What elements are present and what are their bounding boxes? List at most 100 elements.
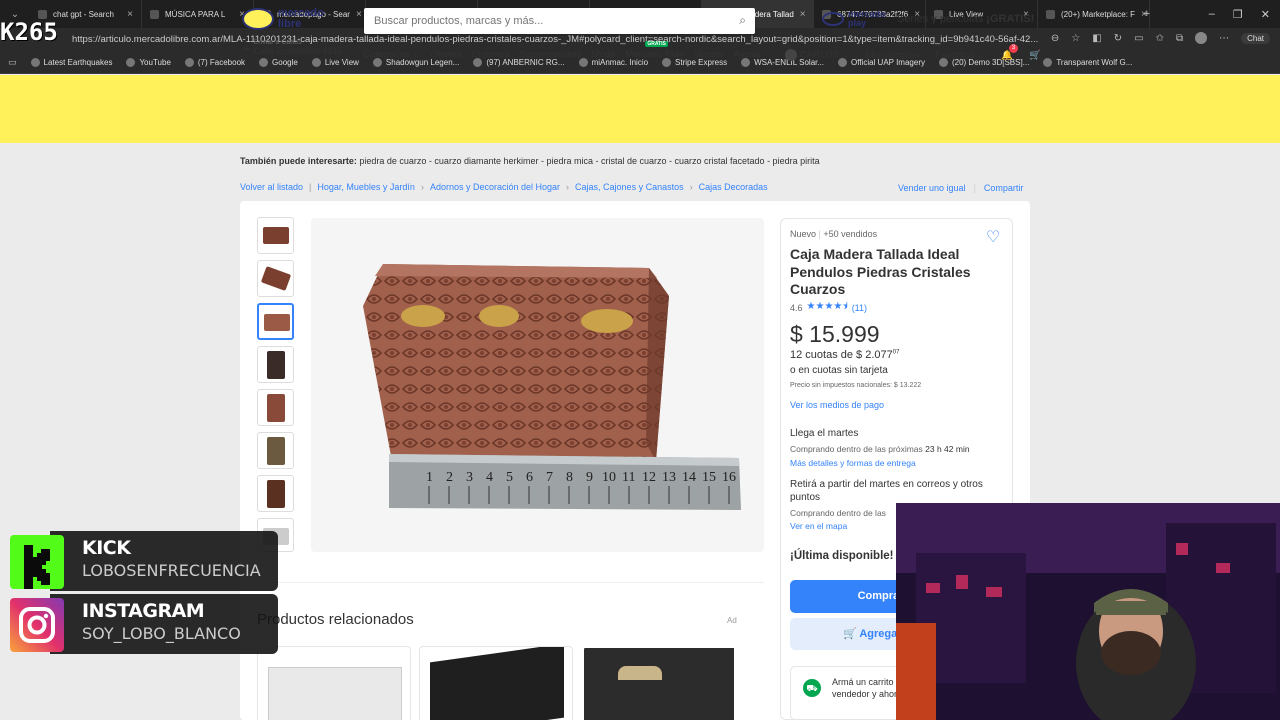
- payment-methods-link[interactable]: Ver los medios de pago: [790, 400, 884, 410]
- close-tab-icon[interactable]: ×: [800, 9, 806, 20]
- search-icon[interactable]: ⌕: [739, 13, 746, 28]
- product-title: Caja Madera Tallada Ideal Pendulos Piedr…: [790, 246, 971, 297]
- bookmark-favicon-icon: [184, 58, 194, 67]
- gratis-badge: GRATIS: [645, 41, 668, 47]
- collections-icon[interactable]: ⧉: [1176, 33, 1183, 44]
- thumbnail[interactable]: [257, 389, 294, 426]
- favorites-menu[interactable]: Favoritos ⌄: [936, 50, 986, 61]
- rating[interactable]: 4.6 ★★★★⯨ (11): [790, 299, 867, 316]
- bookmark-item[interactable]: Transparent Wolf G...: [1043, 58, 1132, 67]
- pickup-condition: Comprando dentro de las: [790, 508, 886, 518]
- search-box: ⌕: [364, 8, 755, 34]
- ruler-number: 3: [466, 470, 473, 485]
- instagram-overlay: INSTAGRAM SOY_LOBO_BLANCO: [10, 594, 278, 654]
- maximize-icon[interactable]: ❐: [1233, 8, 1243, 21]
- user-menu[interactable]: CARLOS ⌄: [785, 49, 850, 61]
- instagram-logo-icon: [10, 598, 64, 652]
- bookmark-item[interactable]: Live View: [311, 58, 359, 67]
- related-product-card[interactable]: [257, 646, 411, 720]
- nav-link[interactable]: Ofertas: [430, 49, 461, 60]
- delivery-details-link[interactable]: Más detalles y formas de entrega: [790, 458, 916, 468]
- thumbnail[interactable]: [257, 432, 294, 469]
- share-link[interactable]: Compartir: [984, 183, 1024, 193]
- back-to-list-link[interactable]: Volver al listado: [240, 182, 303, 192]
- extension-icon[interactable]: ◧: [1092, 33, 1101, 44]
- stars-icon: ★★★★⯨: [806, 301, 848, 312]
- chevron-right-icon: ›: [689, 182, 693, 192]
- truck-icon: ⛟: [803, 679, 821, 697]
- main-product-image[interactable]: 1 2 3 4 5 6 7 8 9 10 11 12 13 14 15 16: [311, 218, 764, 552]
- thumbnail[interactable]: [257, 346, 294, 383]
- more-icon[interactable]: ⋯: [1219, 33, 1229, 44]
- breadcrumb-item[interactable]: Cajas, Cajones y Canastos: [575, 182, 684, 192]
- thumbnail[interactable]: [257, 260, 294, 297]
- product-thumbnail: [584, 648, 734, 720]
- delivery-info: Llega el martes: [790, 428, 859, 439]
- breadcrumb: Volver al listado | Hogar, Muebles y Jar…: [240, 182, 768, 192]
- nav-link[interactable]: Ayuda: [734, 49, 761, 60]
- nav-link[interactable]: Moda: [592, 49, 616, 60]
- ruler-number: 12: [642, 470, 656, 485]
- nav-link[interactable]: GRATIS Mercado Play: [625, 41, 683, 60]
- bookmark-item[interactable]: Latest Earthquakes: [30, 58, 112, 67]
- bookmark-item[interactable]: YouTube: [126, 58, 171, 67]
- instagram-handle: SOY_LOBO_BLANCO: [82, 624, 241, 643]
- related-product-card[interactable]: [584, 646, 738, 720]
- nav-link[interactable]: Categorías ⌄: [363, 49, 420, 60]
- cart-icon[interactable]: 🛒: [1029, 50, 1041, 61]
- window-controls: + – ❐ ✕: [1144, 0, 1270, 28]
- tab-favicon-icon: [150, 9, 159, 19]
- lamp-shape: [618, 666, 662, 680]
- bookmark-item[interactable]: Google: [259, 58, 298, 67]
- star-icon[interactable]: ☆: [1071, 33, 1080, 44]
- breadcrumb-item[interactable]: Cajas Decoradas: [699, 182, 768, 192]
- favorites-icon[interactable]: ✩: [1156, 33, 1164, 44]
- product-thumbnail: [268, 667, 402, 720]
- search-input[interactable]: [364, 8, 714, 34]
- breadcrumb-item[interactable]: Hogar, Muebles y Jardín: [317, 182, 415, 192]
- breadcrumb-item[interactable]: Adornos y Decoración del Hogar: [430, 182, 560, 192]
- tab-label: MÚSICA PARA L: [165, 9, 226, 19]
- browser-tab[interactable]: MÚSICA PARA L ×: [142, 0, 254, 28]
- play-logo-text: mercado play: [848, 9, 886, 28]
- stock-status: ¡Última disponible!: [790, 550, 894, 562]
- handshake-logo-icon: [242, 8, 274, 30]
- thumbnail[interactable]: [257, 475, 294, 512]
- split-icon[interactable]: ▭: [1134, 33, 1143, 44]
- price: $ 15.999: [790, 321, 880, 347]
- notifications-bell-icon[interactable]: 🔔 3: [1001, 43, 1019, 61]
- minimize-icon[interactable]: –: [1209, 8, 1215, 20]
- pickup-info: Retirá a partir del martes en correos y …: [790, 479, 983, 503]
- nav-link[interactable]: Supermercado: [519, 49, 581, 60]
- play-promo[interactable]: Series y películas ¡GRATIS!: [897, 13, 1034, 25]
- profile-avatar[interactable]: [1195, 32, 1208, 44]
- ruler-number: 14: [682, 470, 696, 485]
- avatar: [785, 49, 797, 61]
- kick-counter-overlay: K265: [0, 18, 58, 46]
- sidebar-toggle-icon[interactable]: ▭: [8, 57, 17, 68]
- my-purchases-link[interactable]: Mis compras: [866, 50, 920, 61]
- sell-similar-link[interactable]: Vender uno igual: [898, 183, 966, 193]
- close-tab-icon[interactable]: ×: [356, 9, 362, 20]
- close-tab-icon[interactable]: ×: [127, 9, 133, 20]
- map-link[interactable]: Ver en el mapa: [790, 521, 847, 531]
- installments: 12 cuotas de $ 2.07707: [790, 349, 900, 361]
- delivery-condition: Comprando dentro de las próximas 23 h 42…: [790, 444, 970, 454]
- zoom-icon[interactable]: ⊖: [1051, 33, 1059, 44]
- ml-logo[interactable]: mercado libre: [242, 8, 324, 30]
- nav-link[interactable]: Cupones: [471, 49, 509, 60]
- related-product-card[interactable]: [419, 646, 573, 720]
- mercado-play-logo[interactable]: mercado play: [822, 10, 886, 28]
- nav-link[interactable]: Vender: [693, 49, 723, 60]
- favorite-heart-icon[interactable]: ♡: [986, 227, 1000, 247]
- browser-tab[interactable]: (20+) Marketplace: F ×: [1038, 0, 1150, 28]
- delivery-location[interactable]: ⌖ Enviar a Carlos Calle Esmeralda 4945: [243, 39, 342, 56]
- new-tab-icon[interactable]: +: [1144, 8, 1150, 20]
- thumbnail[interactable]: [257, 217, 294, 254]
- copilot-chat-button[interactable]: Chat: [1241, 32, 1270, 44]
- thumbnail-selected[interactable]: [257, 303, 294, 340]
- bookmark-item[interactable]: (7) Facebook: [184, 58, 245, 67]
- close-window-icon[interactable]: ✕: [1261, 8, 1270, 21]
- also-interested-links[interactable]: piedra de cuarzo - cuarzo diamante herki…: [359, 156, 819, 166]
- refresh-icon[interactable]: ↻: [1114, 33, 1122, 44]
